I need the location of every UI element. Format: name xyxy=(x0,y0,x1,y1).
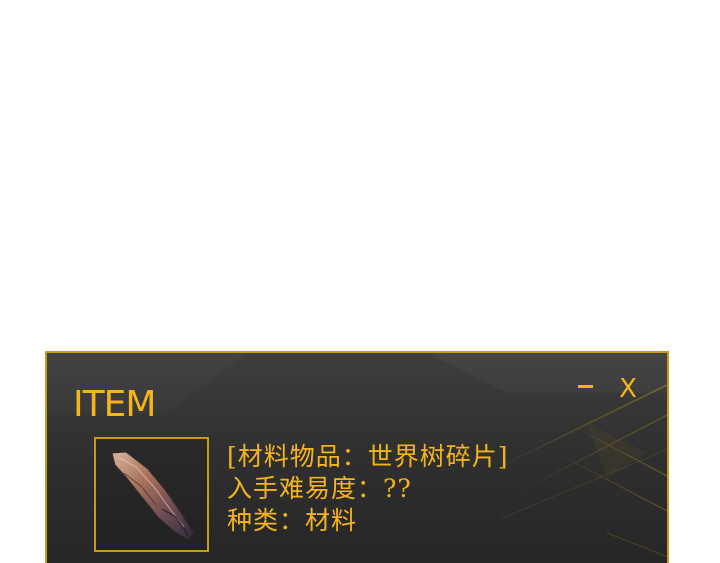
world-tree-fragment-icon xyxy=(111,451,194,540)
window-title: ITEM xyxy=(73,384,156,425)
item-slot[interactable] xyxy=(94,437,209,552)
item-window: ITEM X [材料物品：世界树碎片] 入手难易度：?? 种类：材料 xyxy=(45,351,669,563)
item-difficulty-line: 入手难易度：?? xyxy=(227,474,412,503)
comic-page: ITEM X [材料物品：世界树碎片] 入手难易度：?? 种类：材料 xyxy=(0,0,720,563)
close-button[interactable]: X xyxy=(616,375,640,403)
item-description: [材料物品：世界树碎片] 入手难易度：?? 种类：材料 xyxy=(227,441,627,537)
item-type-line: 种类：材料 xyxy=(227,506,358,535)
item-name-line: [材料物品：世界树碎片] xyxy=(227,442,509,471)
minimize-button[interactable] xyxy=(576,383,596,397)
minus-icon xyxy=(578,385,593,388)
